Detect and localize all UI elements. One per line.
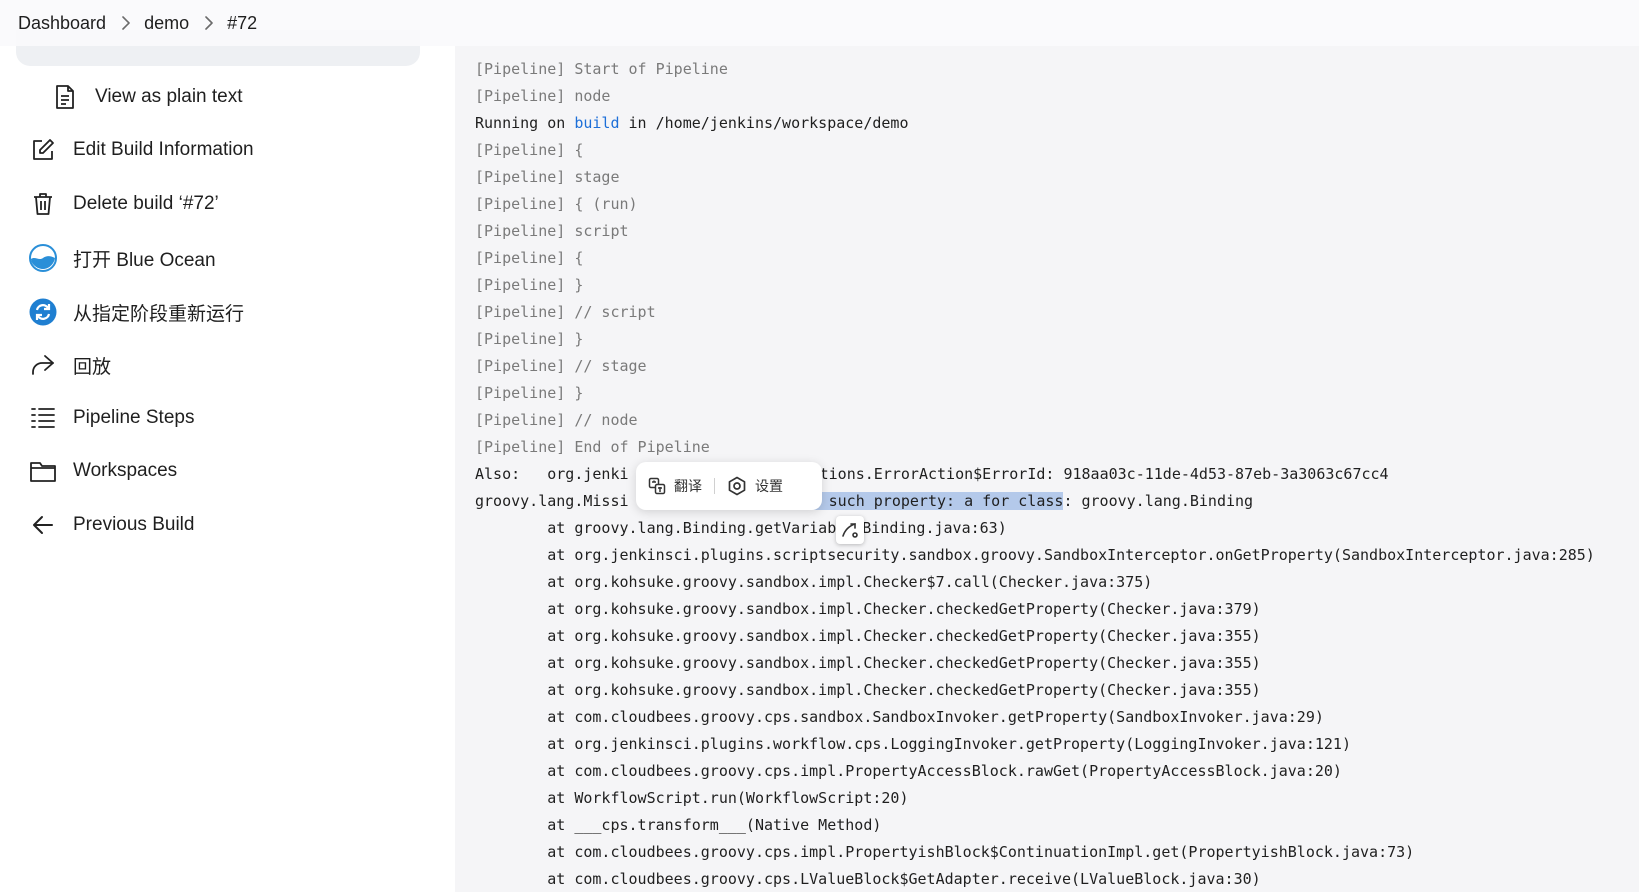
console-line: [Pipeline] End of Pipeline [475, 438, 710, 456]
translate-button[interactable]: 翻译 [636, 462, 714, 510]
console-line: at com.cloudbees.groovy.cps.impl.Propert… [475, 843, 1415, 861]
agent-build-link[interactable]: build [574, 114, 619, 132]
console-line: at com.cloudbees.groovy.cps.LValueBlock$… [475, 870, 1261, 888]
translate-quick-icon[interactable] [836, 516, 864, 544]
replay-icon [28, 350, 58, 380]
console-line-text: at groovy.lang.Binding.getVariab [475, 519, 837, 537]
sidebar: View as plain text Edit Build Informatio… [0, 0, 455, 892]
console-line-text: in /home/jenkins/workspace/demo [619, 114, 909, 132]
console-line: Running on build in /home/jenkins/worksp… [475, 110, 1595, 137]
console-line: at org.kohsuke.groovy.sandbox.impl.Check… [475, 654, 1261, 672]
console-line-text: Running on [475, 114, 575, 132]
console-line: [Pipeline] script [475, 222, 629, 240]
console-line: [Pipeline] Start of Pipeline [475, 60, 728, 78]
console-line: at ___cps.transform___(Native Method) [475, 816, 882, 834]
document-icon [50, 82, 80, 112]
breadcrumb: Dashboard demo #72 [0, 0, 1639, 46]
console-line-text: .actions.ErrorAction$ErrorId: 918aa03c-1… [792, 465, 1389, 483]
console-line: at org.kohsuke.groovy.sandbox.impl.Check… [475, 573, 1153, 591]
console-line: at org.jenkinsci.plugins.scriptsecurity.… [475, 546, 1595, 564]
console-line: [Pipeline] } [475, 384, 584, 402]
translate-label: 翻译 [674, 478, 702, 494]
selected-text[interactable]: No such property: a for class [801, 492, 1064, 510]
restart-stage-icon [28, 297, 58, 327]
sidebar-item-open-blue-ocean[interactable]: 打开 Blue Ocean [28, 238, 216, 278]
console-line: at com.cloudbees.groovy.cps.impl.Propert… [475, 762, 1342, 780]
console-line: at org.kohsuke.groovy.sandbox.impl.Check… [475, 627, 1261, 645]
sidebar-item-restart-from-stage[interactable]: 从指定阶段重新运行 [28, 292, 244, 332]
console-line-text: Binding.java:63) [862, 519, 1007, 537]
translation-popup: 翻译 设置 [636, 462, 822, 510]
arrow-left-icon [28, 510, 58, 540]
console-line: [Pipeline] { [475, 249, 584, 267]
sidebar-item-label: 从指定阶段重新运行 [73, 303, 245, 325]
pipeline-steps-icon [28, 403, 58, 433]
console-line: [Pipeline] // stage [475, 357, 647, 375]
sidebar-item-label: Delete build ‘#72’ [73, 193, 219, 214]
settings-icon [727, 476, 747, 496]
trash-icon [28, 189, 58, 219]
console-line: [Pipeline] stage [475, 168, 620, 186]
console-line: [Pipeline] node [475, 87, 611, 105]
console-line: at WorkflowScript.run(WorkflowScript:20) [475, 789, 909, 807]
sidebar-item-pipeline-steps[interactable]: Pipeline Steps [28, 398, 194, 438]
console-line: at org.kohsuke.groovy.sandbox.impl.Check… [475, 681, 1261, 699]
chevron-right-icon [122, 16, 130, 30]
sidebar-item-edit-build-information[interactable]: Edit Build Information [28, 130, 254, 170]
breadcrumb-demo[interactable]: demo [144, 13, 189, 34]
sidebar-item-label: Pipeline Steps [73, 407, 195, 428]
sidebar-item-label: 回放 [73, 356, 112, 378]
sidebar-item-label: View as plain text [95, 86, 243, 107]
blue-ocean-icon [28, 243, 58, 273]
console-line: at com.cloudbees.groovy.cps.sandbox.Sand… [475, 708, 1324, 726]
console-line: at groovy.lang.Binding.getVariab Binding.… [475, 515, 1595, 542]
sidebar-item-delete-build[interactable]: Delete build ‘#72’ [28, 184, 219, 224]
sidebar-item-view-plain-text[interactable]: View as plain text [50, 77, 243, 117]
console-line: [Pipeline] } [475, 276, 584, 294]
console-line-text: : groovy.lang.Binding [1063, 492, 1254, 510]
console-line: [Pipeline] { [475, 141, 584, 159]
sidebar-item-label: 打开 Blue Ocean [73, 249, 216, 271]
chevron-right-icon [205, 16, 213, 30]
console-line-text: groovy.lang.Missi [475, 492, 629, 510]
console-line: at org.jenkinsci.plugins.workflow.cps.Lo… [475, 735, 1351, 753]
console-line: [Pipeline] // node [475, 411, 638, 429]
settings-button[interactable]: 设置 [715, 462, 795, 510]
console-line: at org.kohsuke.groovy.sandbox.impl.Check… [475, 600, 1261, 618]
console-line: [Pipeline] // script [475, 303, 656, 321]
settings-label: 设置 [755, 478, 783, 494]
breadcrumb-dashboard[interactable]: Dashboard [18, 13, 106, 34]
sidebar-item-label: Workspaces [73, 460, 178, 481]
sidebar-item-label: Previous Build [73, 514, 195, 535]
sidebar-item-previous-build[interactable]: Previous Build [28, 505, 194, 545]
sidebar-item-replay[interactable]: 回放 [28, 345, 111, 385]
console-output-panel: [Pipeline] Start of Pipeline [Pipeline] n… [455, 0, 1639, 892]
console-line-text: Also: org.jenki [475, 465, 629, 483]
edit-icon [28, 135, 58, 165]
sidebar-item-label: Edit Build Information [73, 139, 254, 160]
sidebar-item-workspaces[interactable]: Workspaces [28, 451, 177, 491]
translate-icon [648, 477, 666, 495]
console-line: [Pipeline] } [475, 330, 584, 348]
breadcrumb-build-72[interactable]: #72 [227, 13, 257, 34]
console-line: [Pipeline] { (run) [475, 195, 638, 213]
folder-icon [28, 456, 58, 486]
